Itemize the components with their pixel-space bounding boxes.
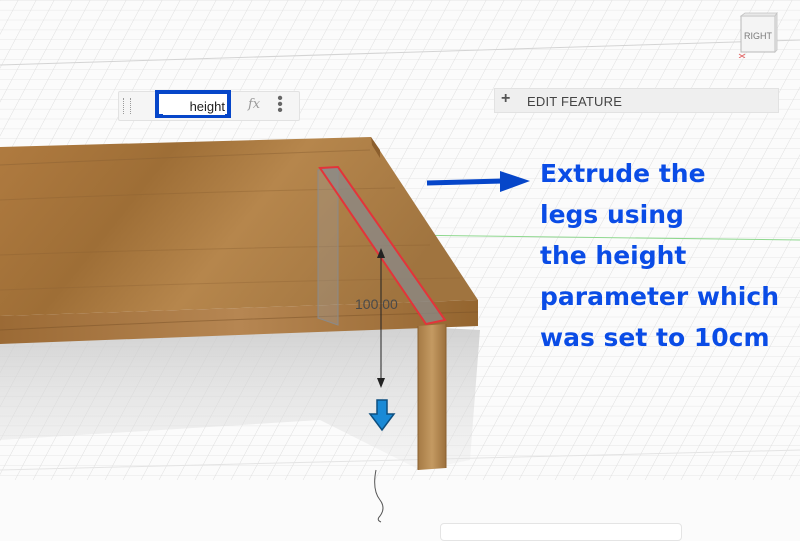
parameter-toolbar: fx •••	[118, 90, 300, 121]
edit-feature-label: EDIT FEATURE	[527, 94, 623, 109]
viewcube[interactable]: RIGHT	[737, 12, 779, 58]
viewcube-face-label[interactable]: RIGHT	[744, 31, 773, 41]
fx-icon[interactable]: fx	[248, 97, 260, 112]
plus-icon[interactable]: +	[501, 90, 510, 108]
annotation-text: Extrude the legs using the height parame…	[540, 159, 779, 352]
dimension-value-label[interactable]: 100.00	[355, 296, 398, 312]
distance-parameter-input[interactable]	[163, 97, 225, 115]
table-leg[interactable]	[417, 324, 447, 470]
bottom-panel	[440, 523, 682, 541]
parameter-input-highlight	[155, 90, 231, 118]
kebab-vertical-icon[interactable]: • • •	[277, 91, 283, 119]
edit-feature-panel[interactable]: + EDIT FEATURE	[494, 88, 779, 113]
drag-handle-icon[interactable]	[123, 98, 131, 114]
